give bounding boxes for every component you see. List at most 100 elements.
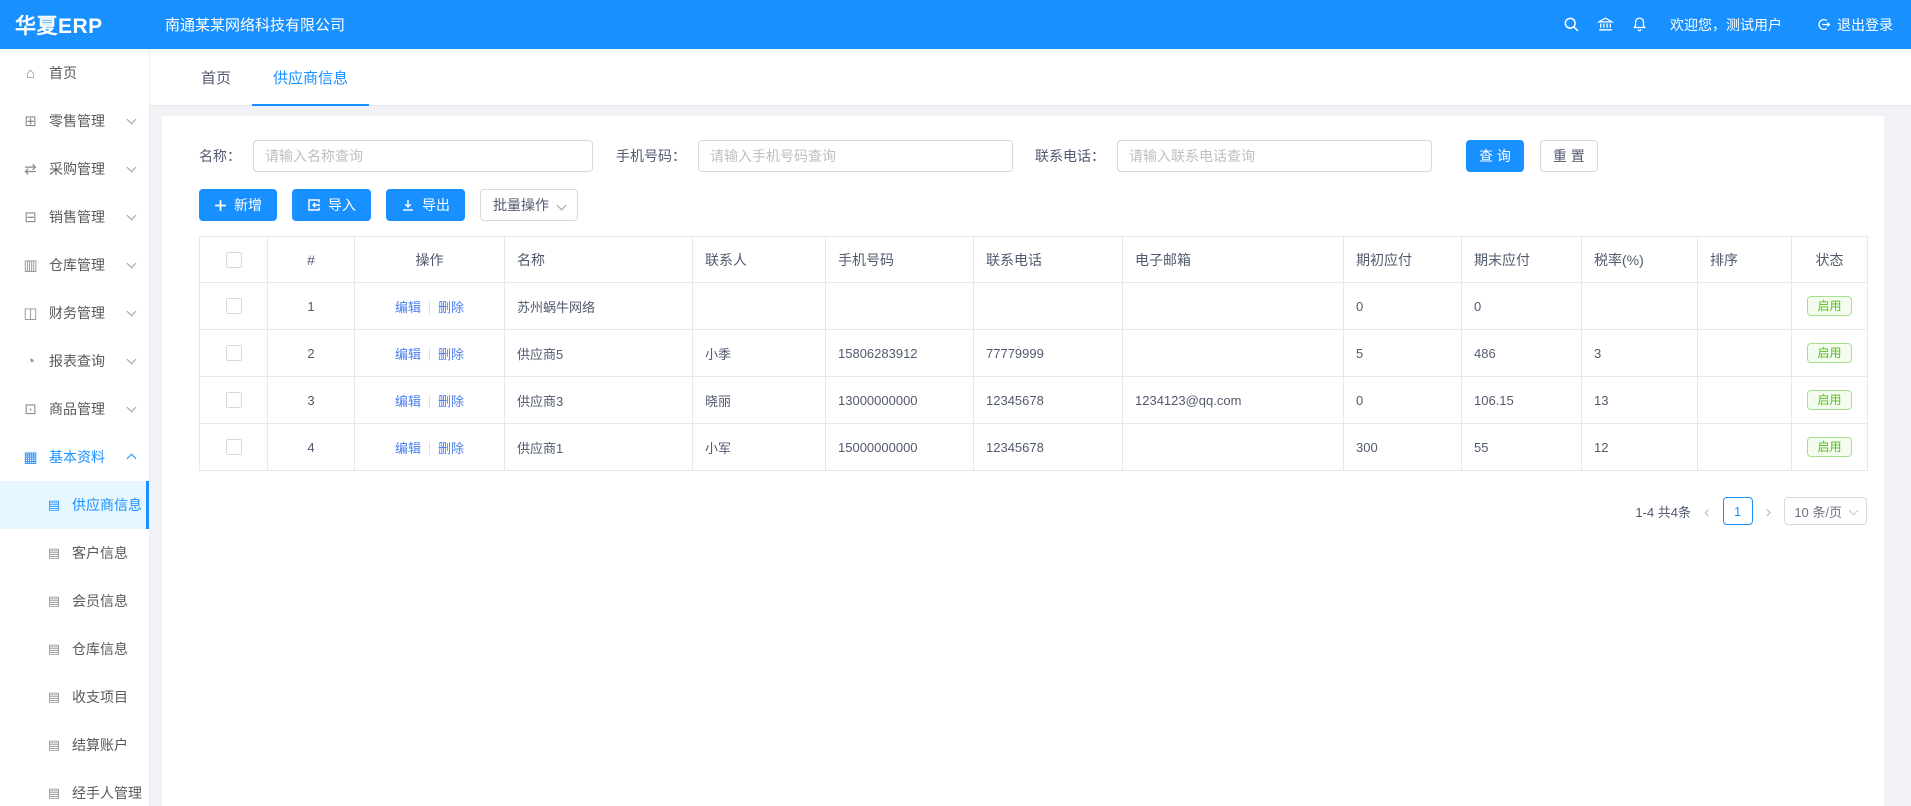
divider: [429, 442, 430, 455]
page-size-select[interactable]: 10 条/页: [1784, 497, 1867, 525]
cell-index: 4: [268, 424, 355, 471]
sidebar-item-label: 销售管理: [49, 207, 105, 227]
table-header-row: # 操作 名称 联系人 手机号码 联系电话 电子邮箱 期初应付 期末应付 税率(…: [200, 237, 1868, 283]
table-row: 4 编辑删除 供应商1 小军 15000000000 12345678 300 …: [200, 424, 1868, 471]
cell-name: 供应商5: [505, 330, 693, 377]
cart-icon: ⊟: [22, 208, 39, 226]
list-icon: ▤: [46, 593, 62, 609]
logout-button[interactable]: 退出登录: [1816, 15, 1893, 35]
table-row: 3 编辑删除 供应商3 晓丽 13000000000 12345678 1234…: [200, 377, 1868, 424]
app-logo[interactable]: 华夏ERP: [0, 10, 150, 40]
reset-button[interactable]: 重 置: [1540, 140, 1598, 172]
add-button[interactable]: 新增: [199, 189, 277, 221]
import-button[interactable]: 导入: [292, 189, 371, 221]
toolbar: 新增 导入 导出 批量操作: [199, 189, 1867, 221]
logout-label: 退出登录: [1837, 15, 1893, 35]
sidebar-item-sales[interactable]: ⊟ 销售管理: [0, 193, 149, 241]
cell-tel: 12345678: [974, 424, 1123, 471]
status-badge: 启用: [1807, 390, 1851, 410]
name-search-input[interactable]: [253, 140, 593, 172]
search-button[interactable]: 查 询: [1466, 140, 1524, 172]
row-checkbox[interactable]: [226, 439, 242, 455]
tel-search-input[interactable]: [1117, 140, 1432, 172]
sidebar-subitem-settlement-account[interactable]: ▤ 结算账户: [0, 721, 149, 769]
sidebar-item-warehouse[interactable]: ▥ 仓库管理: [0, 241, 149, 289]
status-badge: 启用: [1807, 343, 1851, 363]
export-button[interactable]: 导出: [386, 189, 465, 221]
chevron-down-icon: [127, 259, 137, 269]
next-page-button[interactable]: ›: [1763, 503, 1775, 520]
sidebar: ⌂ 首页 ⊞ 零售管理 ⇄ 采购管理 ⊟ 销售管理 ▥ 仓库管理 ◫ 财务管理: [0, 49, 150, 806]
delete-link[interactable]: 删除: [438, 441, 464, 456]
import-label: 导入: [328, 195, 356, 215]
sidebar-item-reports[interactable]: ◔ 报表查询: [0, 337, 149, 385]
chevron-down-icon: [127, 163, 137, 173]
download-icon: [401, 198, 415, 212]
edit-link[interactable]: 编辑: [395, 394, 421, 409]
sidebar-item-label: 仓库管理: [49, 255, 105, 275]
edit-link[interactable]: 编辑: [395, 441, 421, 456]
cell-end-payable: 486: [1462, 330, 1582, 377]
sidebar-item-retail[interactable]: ⊞ 零售管理: [0, 97, 149, 145]
delete-link[interactable]: 删除: [438, 394, 464, 409]
cell-operations: 编辑 删除: [355, 377, 505, 424]
add-label: 新增: [234, 195, 262, 215]
cell-contact: 晓丽: [693, 377, 826, 424]
phone-search-input[interactable]: [698, 140, 1013, 172]
tab-home[interactable]: 首页: [180, 49, 252, 105]
row-checkbox[interactable]: [226, 345, 242, 361]
chevron-down-icon: [127, 307, 137, 317]
edit-link[interactable]: 编辑: [395, 347, 421, 362]
sidebar-item-home[interactable]: ⌂ 首页: [0, 49, 149, 97]
tab-bar: 首页 供应商信息: [150, 49, 1911, 106]
cell-phone: [826, 283, 974, 330]
chevron-down-icon: [127, 115, 137, 125]
search-icon[interactable]: [1554, 0, 1588, 49]
sidebar-item-finance[interactable]: ◫ 财务管理: [0, 289, 149, 337]
edit-link[interactable]: 编辑: [395, 300, 421, 315]
list-icon: ▤: [46, 785, 62, 801]
row-checkbox[interactable]: [226, 392, 242, 408]
cell-email: [1123, 283, 1344, 330]
cell-sort: [1698, 283, 1792, 330]
select-all-checkbox[interactable]: [226, 252, 242, 268]
cell-tel: 77779999: [974, 330, 1123, 377]
col-sort: 排序: [1698, 237, 1792, 283]
import-icon: [307, 198, 321, 212]
filter-bar: 名称： 手机号码： 联系电话： 查 询 重 置: [199, 140, 1867, 172]
delete-link[interactable]: 删除: [438, 347, 464, 362]
page-1-button[interactable]: 1: [1723, 497, 1753, 525]
sidebar-item-label: 首页: [49, 63, 77, 83]
platform-icon[interactable]: [1588, 0, 1622, 49]
sidebar-subitem-warehouse-info[interactable]: ▤ 仓库信息: [0, 625, 149, 673]
name-filter-label: 名称：: [199, 146, 241, 166]
col-email: 电子邮箱: [1123, 237, 1344, 283]
bell-icon[interactable]: [1622, 0, 1656, 49]
finance-icon: ◫: [22, 304, 39, 322]
cell-phone: 15000000000: [826, 424, 974, 471]
sidebar-item-purchase[interactable]: ⇄ 采购管理: [0, 145, 149, 193]
list-icon: ▤: [46, 641, 62, 657]
tab-supplier-info[interactable]: 供应商信息: [252, 49, 369, 105]
sidebar-subitem-handler-management[interactable]: ▤ 经手人管理: [0, 769, 149, 806]
sidebar-subitem-income-expense[interactable]: ▤ 收支项目: [0, 673, 149, 721]
sidebar-subitem-customer-info[interactable]: ▤ 客户信息: [0, 529, 149, 577]
batch-actions-label: 批量操作: [493, 195, 549, 215]
sidebar-item-base-data[interactable]: ▦ 基本资料: [0, 433, 149, 481]
status-badge: 启用: [1807, 296, 1851, 316]
row-checkbox[interactable]: [226, 298, 242, 314]
cell-name: 苏州蜗牛网络: [505, 283, 693, 330]
prev-page-button[interactable]: ‹: [1701, 503, 1713, 520]
batch-actions-dropdown[interactable]: 批量操作: [480, 189, 578, 221]
chevron-down-icon: [127, 403, 137, 413]
warehouse-icon: ▥: [22, 256, 39, 274]
sidebar-item-label: 零售管理: [49, 111, 105, 131]
sidebar-subitem-member-info[interactable]: ▤ 会员信息: [0, 577, 149, 625]
sidebar-item-goods[interactable]: ⊡ 商品管理: [0, 385, 149, 433]
cell-index: 2: [268, 330, 355, 377]
cell-email: 1234123@qq.com: [1123, 377, 1344, 424]
list-icon: ▤: [46, 497, 62, 513]
delete-link[interactable]: 删除: [438, 300, 464, 315]
sidebar-subitem-supplier-info[interactable]: ▤ 供应商信息: [0, 481, 149, 529]
sidebar-item-label: 商品管理: [49, 399, 105, 419]
